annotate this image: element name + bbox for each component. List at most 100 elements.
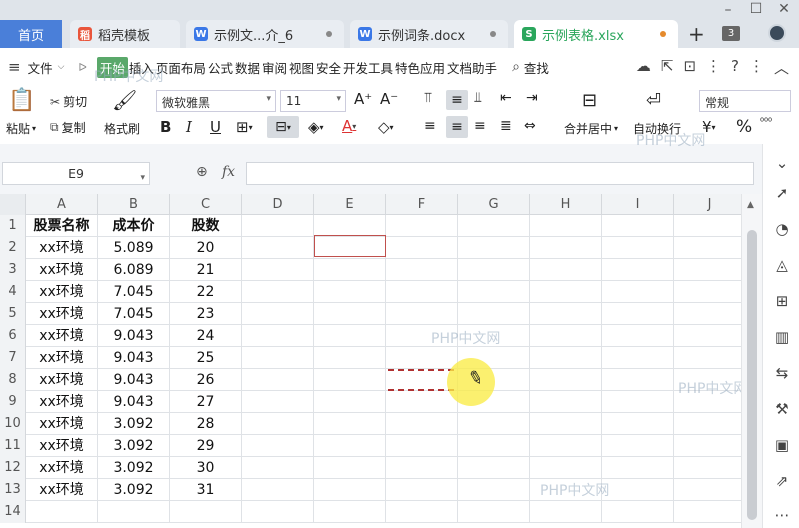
row-header[interactable]: 4 — [0, 281, 26, 303]
column-header[interactable]: A — [26, 194, 98, 215]
column-header[interactable]: H — [530, 194, 602, 215]
font-name-select[interactable]: 微软雅黑 ▾ — [156, 90, 276, 112]
cell[interactable] — [242, 457, 314, 479]
row-header[interactable]: 11 — [0, 435, 26, 457]
cell[interactable] — [386, 281, 458, 303]
cell[interactable] — [530, 237, 602, 259]
cell[interactable] — [530, 259, 602, 281]
cell[interactable] — [674, 479, 741, 501]
italic-icon[interactable]: I — [186, 118, 192, 136]
cell[interactable] — [602, 501, 674, 523]
column-header[interactable]: F — [386, 194, 458, 215]
merge-center-button[interactable]: 合并居中 ▾ — [564, 120, 618, 137]
cell[interactable] — [386, 479, 458, 501]
cell[interactable] — [314, 303, 386, 325]
cell[interactable] — [674, 347, 741, 369]
shapes-icon[interactable]: ◔ — [772, 220, 792, 240]
cell[interactable] — [458, 215, 530, 237]
cell[interactable]: 28 — [170, 413, 242, 435]
row-header[interactable]: 10 — [0, 413, 26, 435]
row-header[interactable]: 12 — [0, 457, 26, 479]
row-header[interactable]: 9 — [0, 391, 26, 413]
cell[interactable]: 6.089 — [98, 259, 170, 281]
cell[interactable] — [530, 457, 602, 479]
column-header[interactable]: C — [170, 194, 242, 215]
wrap-icon[interactable]: ⏎ — [646, 90, 661, 111]
thousands-icon[interactable]: ⁰⁰⁰ — [760, 117, 772, 128]
cell[interactable]: 23 — [170, 303, 242, 325]
cell[interactable] — [674, 435, 741, 457]
cell[interactable]: xx环境 — [26, 479, 98, 501]
row-header[interactable]: 14 — [0, 501, 26, 523]
cell[interactable] — [674, 237, 741, 259]
cell[interactable] — [530, 325, 602, 347]
align-bottom-icon[interactable]: ⫫ — [474, 90, 482, 106]
cell[interactable] — [674, 501, 741, 523]
paste-button[interactable]: 粘贴 ▾ — [6, 120, 36, 137]
menu-start[interactable]: 开始 — [96, 56, 128, 78]
paste-icon[interactable]: 📋 — [8, 88, 35, 113]
font-size-select[interactable]: 11 ▾ — [280, 90, 346, 112]
cell[interactable] — [674, 413, 741, 435]
percent-icon[interactable]: % — [736, 117, 752, 137]
collapse-ribbon-icon[interactable]: ︿ — [774, 57, 789, 78]
underline-icon[interactable]: U — [210, 118, 221, 136]
cell[interactable] — [314, 479, 386, 501]
cell[interactable] — [458, 259, 530, 281]
maximize-icon[interactable]: ☐ — [744, 1, 768, 17]
cell[interactable] — [530, 215, 602, 237]
cell[interactable] — [386, 259, 458, 281]
menu-doc-assistant[interactable]: 文档助手 — [446, 58, 498, 77]
column-header[interactable]: I — [602, 194, 674, 215]
justify-icon[interactable]: ≣ — [500, 118, 512, 134]
cell[interactable] — [314, 457, 386, 479]
cell[interactable]: 9.043 — [98, 391, 170, 413]
cell[interactable] — [386, 435, 458, 457]
cell[interactable]: 股数 — [170, 215, 242, 237]
cell[interactable]: xx环境 — [26, 391, 98, 413]
cell[interactable]: 3.092 — [98, 457, 170, 479]
currency-icon[interactable]: ¥ ▾ — [702, 118, 716, 136]
share-out-icon[interactable]: ⇗ — [772, 472, 792, 492]
cell[interactable] — [314, 501, 386, 523]
cell[interactable] — [26, 501, 98, 523]
row-header[interactable]: 7 — [0, 347, 26, 369]
cell[interactable] — [386, 237, 458, 259]
increase-indent-icon[interactable]: ⇥ — [526, 90, 538, 106]
cell[interactable] — [458, 479, 530, 501]
cell[interactable] — [386, 215, 458, 237]
cell[interactable] — [98, 501, 170, 523]
cell[interactable]: 9.043 — [98, 369, 170, 391]
more-options-icon[interactable]: ⋮ — [749, 57, 764, 78]
select-all-corner[interactable] — [0, 194, 26, 215]
align-middle-icon[interactable]: ≡ — [446, 90, 468, 110]
cell[interactable]: xx环境 — [26, 457, 98, 479]
align-right-icon[interactable]: ≡ — [474, 118, 486, 134]
cell[interactable] — [314, 281, 386, 303]
menu-formula[interactable]: 公式 — [207, 58, 234, 77]
cell[interactable]: 3.092 — [98, 413, 170, 435]
cell[interactable] — [602, 237, 674, 259]
hamburger-icon[interactable]: ≡ — [8, 58, 21, 76]
cell[interactable] — [602, 347, 674, 369]
collapse-icon[interactable]: ᐅ — [78, 61, 86, 74]
collapse-panel-icon[interactable]: ⌄ — [772, 154, 792, 174]
cell[interactable]: 30 — [170, 457, 242, 479]
menu-view[interactable]: 视图 — [288, 58, 315, 77]
cell[interactable] — [314, 325, 386, 347]
cell[interactable] — [530, 303, 602, 325]
cell[interactable]: 31 — [170, 479, 242, 501]
cut-button[interactable]: ✂ 剪切 — [50, 93, 87, 110]
fx-icon[interactable]: fx — [222, 164, 235, 180]
tool-icon[interactable]: ⚒ — [772, 400, 792, 420]
cell[interactable] — [386, 457, 458, 479]
cell[interactable] — [242, 435, 314, 457]
cell[interactable] — [314, 413, 386, 435]
merge-icon[interactable]: ⊟ — [582, 90, 597, 111]
cell[interactable] — [242, 479, 314, 501]
select-cursor-icon[interactable]: ➚ — [772, 184, 792, 204]
cell[interactable] — [458, 413, 530, 435]
wrap-text-button[interactable]: 自动换行 — [633, 120, 681, 137]
cell[interactable] — [242, 369, 314, 391]
help-icon[interactable]: ? — [731, 57, 739, 78]
